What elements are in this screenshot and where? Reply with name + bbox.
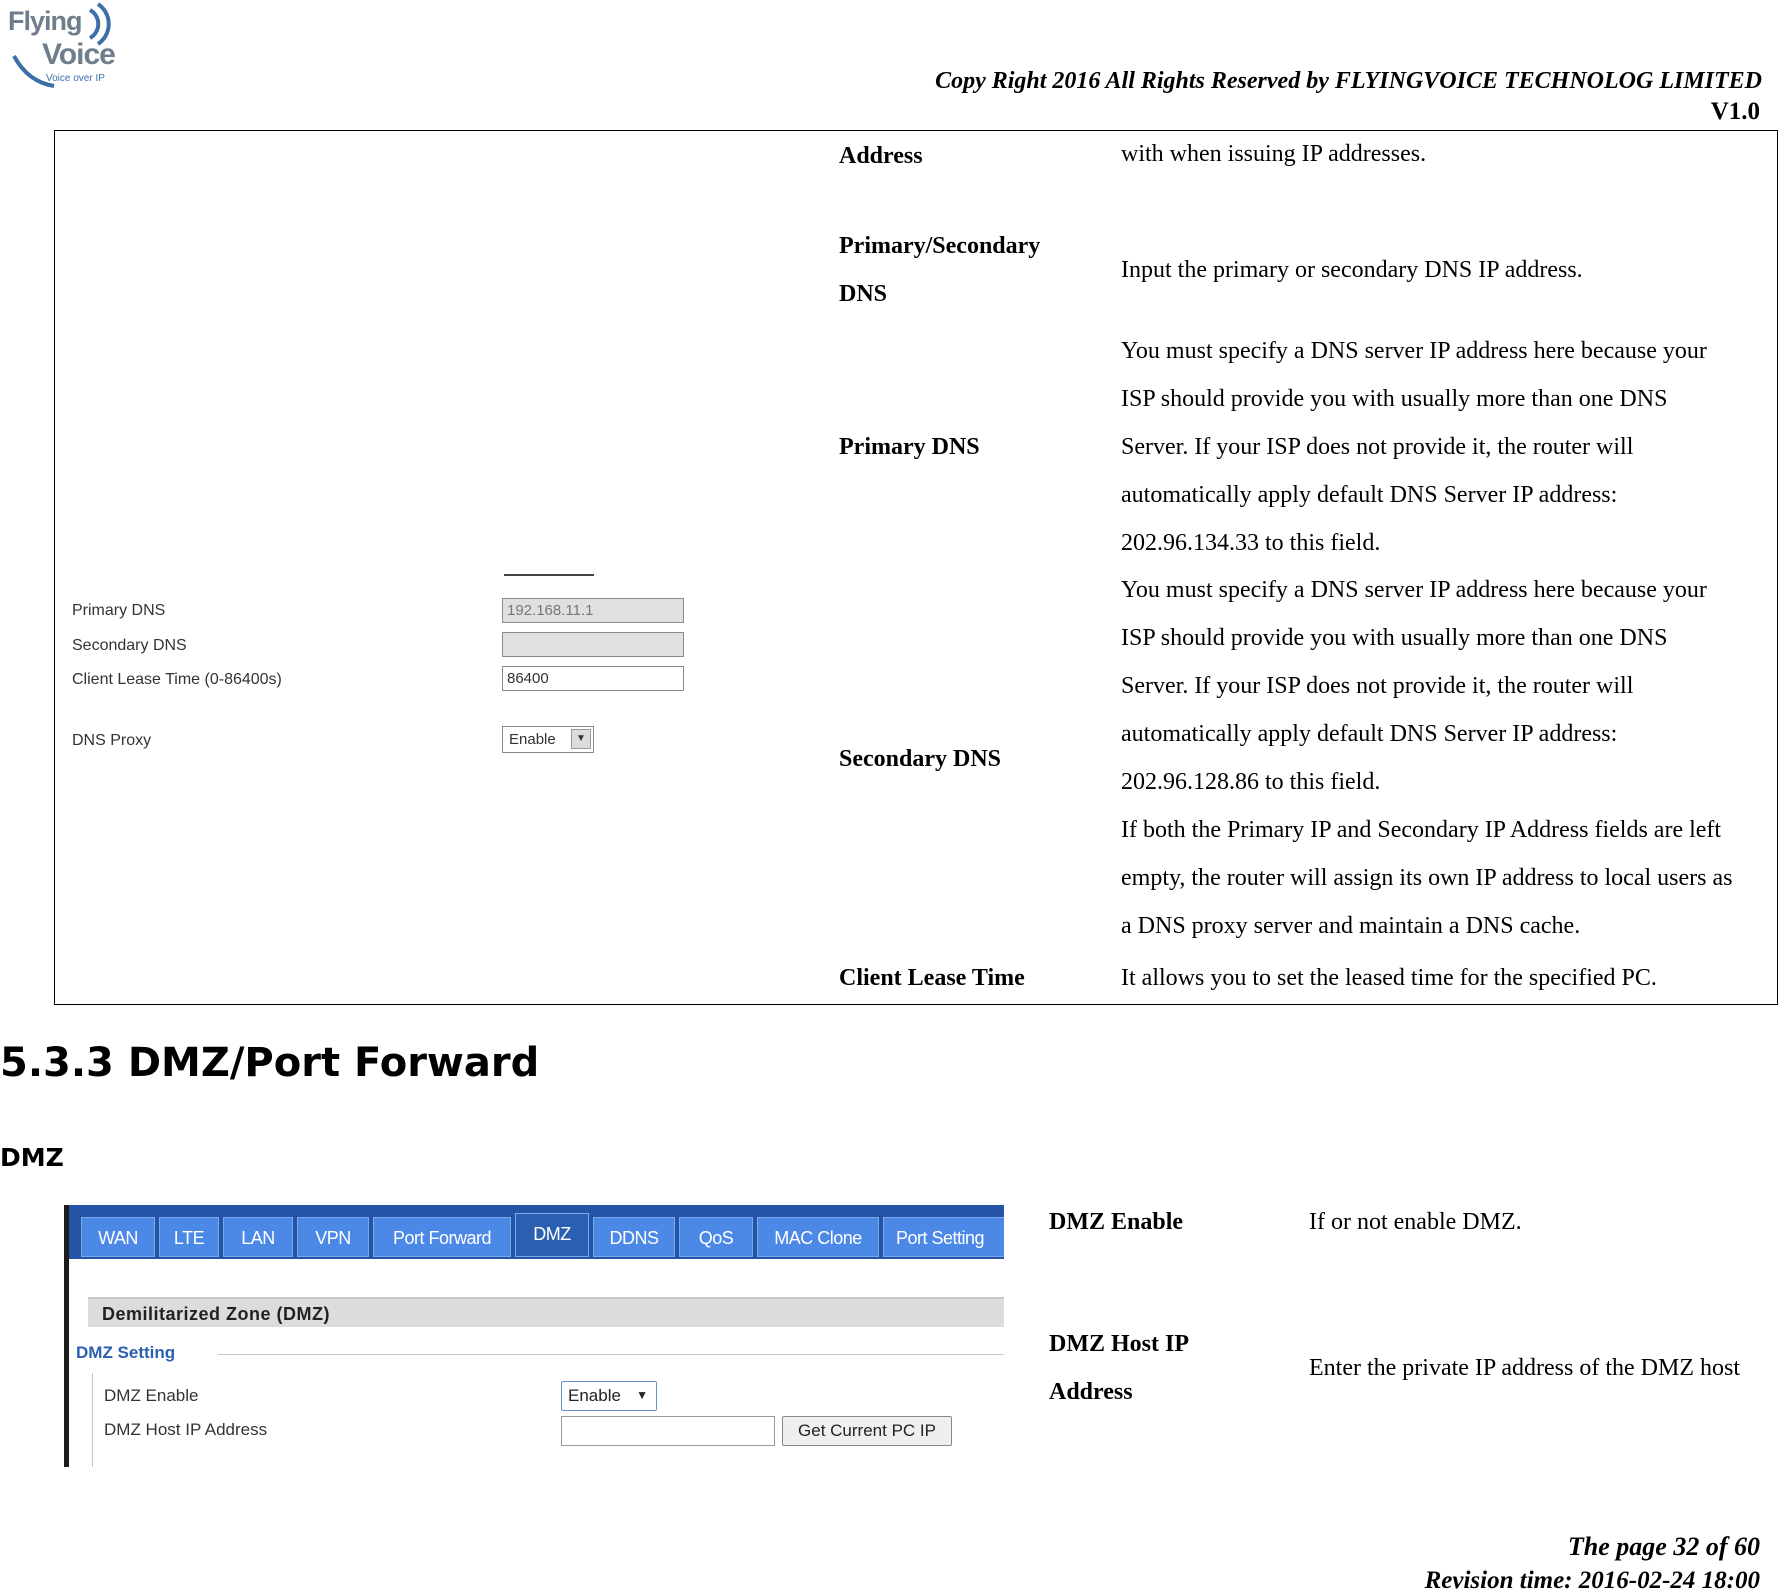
dmz-host-ip-input[interactable] [561,1416,775,1446]
copyright-notice: Copy Right 2016 All Rights Reserved by F… [935,68,1762,94]
param-desc-primary-dns-3: Server. If your ISP does not provide it,… [1121,434,1634,460]
param-label-primary-secondary-dns-2: DNS [839,281,888,307]
tab-dmz[interactable]: DMZ [515,1213,589,1257]
param-desc-secondary-dns-7: empty, the router will assign its own IP… [1121,865,1733,891]
router-tab-bar: WAN LTE LAN VPN Port Forward DMZ DDNS Qo… [69,1205,1004,1259]
tab-port-setting[interactable]: Port Setting [883,1217,1004,1257]
tab-qos[interactable]: QoS [679,1217,753,1257]
dmz-settings-screenshot: WAN LTE LAN VPN Port Forward DMZ DDNS Qo… [64,1205,1004,1467]
page-number: The page 32 of 60 [1567,1532,1760,1561]
screenshot-dns-proxy-select[interactable]: Enable ▼ [502,726,594,753]
param-desc-client-lease-time: It allows you to set the leased time for… [1121,965,1657,991]
param-desc-secondary-dns-8: a DNS proxy server and maintain a DNS ca… [1121,913,1581,939]
screenshot-lease-time-field[interactable]: 86400 [502,666,684,691]
param-label-primary-secondary-dns: Primary/Secondary [839,233,1041,259]
lan-dhcp-screenshot: Primary DNS 192.168.11.1 Secondary DNS C… [64,570,714,770]
logo-word-voice: Voice [42,38,116,71]
param-label-secondary-dns: Secondary DNS [839,746,1002,772]
param-desc-primary-dns-1: You must specify a DNS server IP address… [1121,338,1707,364]
logo-tagline: Voice over IP [46,73,105,84]
cropped-field-edge [504,570,594,576]
screenshot-secondary-dns-label: Secondary DNS [72,637,187,654]
dmz-enable-label: DMZ Enable [104,1386,199,1405]
tab-vpn[interactable]: VPN [297,1217,369,1257]
get-current-pc-ip-button[interactable]: Get Current PC IP [782,1416,952,1446]
tab-mac-clone[interactable]: MAC Clone [757,1217,879,1257]
param-desc-address: with when issuing IP addresses. [1121,141,1427,167]
screenshot-dns-proxy-value: Enable [509,731,556,748]
document-version: V1.0 [1710,98,1760,125]
tab-wan[interactable]: WAN [81,1217,155,1257]
setting-divider [218,1354,1004,1355]
param-desc-primary-dns-2: ISP should provide you with usually more… [1121,386,1668,412]
param-label-dmz-host-ip: DMZ Host IP [1049,1331,1189,1357]
screenshot-dns-proxy-label: DNS Proxy [72,732,152,749]
dmz-setting-title: DMZ Setting [76,1343,176,1362]
logo-word-flying: Flying [8,6,82,36]
dmz-enable-select[interactable]: Enable ▼ [561,1381,657,1411]
dmz-banner-title: Demilitarized Zone (DMZ) [88,1297,1004,1327]
screenshot-lease-time-label: Client Lease Time (0-86400s) [72,671,282,688]
param-label-dmz-enable: DMZ Enable [1049,1209,1184,1235]
param-label-address: Address [839,143,923,169]
setting-left-rule [92,1373,93,1467]
dmz-host-ip-label: DMZ Host IP Address [104,1420,268,1439]
dropdown-arrow-icon: ▼ [571,729,591,749]
param-desc-dmz-enable: If or not enable DMZ. [1309,1209,1522,1235]
tab-lan[interactable]: LAN [223,1217,293,1257]
screenshot-primary-dns-label: Primary DNS [72,602,166,619]
screenshot-secondary-dns-field[interactable] [502,632,684,657]
dmz-enable-value: Enable [568,1386,621,1405]
param-label-primary-dns: Primary DNS [839,434,980,460]
param-desc-dmz-host-ip: Enter the private IP address of the DMZ … [1309,1355,1741,1381]
param-desc-secondary-dns-3: Server. If your ISP does not provide it,… [1121,673,1634,699]
param-desc-primary-dns-5: 202.96.134.33 to this field. [1121,530,1381,556]
param-desc-secondary-dns-4: automatically apply default DNS Server I… [1121,721,1618,747]
param-desc-primary-dns-4: automatically apply default DNS Server I… [1121,482,1618,508]
param-label-client-lease-time: Client Lease Time [839,965,1025,991]
param-desc-secondary-dns-1: You must specify a DNS server IP address… [1121,577,1707,603]
tab-port-forward[interactable]: Port Forward [373,1217,511,1257]
tab-lte[interactable]: LTE [159,1217,219,1257]
screenshot-primary-dns-field[interactable]: 192.168.11.1 [502,598,684,623]
dropdown-arrow-icon: ▼ [636,1388,648,1402]
section-heading: 5.3.3 DMZ/Port Forward [0,1040,540,1086]
param-desc-primary-secondary-dns: Input the primary or secondary DNS IP ad… [1121,257,1583,283]
param-desc-secondary-dns-6: If both the Primary IP and Secondary IP … [1121,817,1722,843]
param-label-dmz-host-ip-2: Address [1049,1379,1133,1405]
param-desc-secondary-dns-5: 202.96.128.86 to this field. [1121,769,1381,795]
param-desc-secondary-dns-2: ISP should provide you with usually more… [1121,625,1668,651]
tab-ddns[interactable]: DDNS [593,1217,675,1257]
subsection-heading: DMZ [0,1143,64,1172]
flyingvoice-logo: Flying Voice Voice over IP [6,2,118,90]
